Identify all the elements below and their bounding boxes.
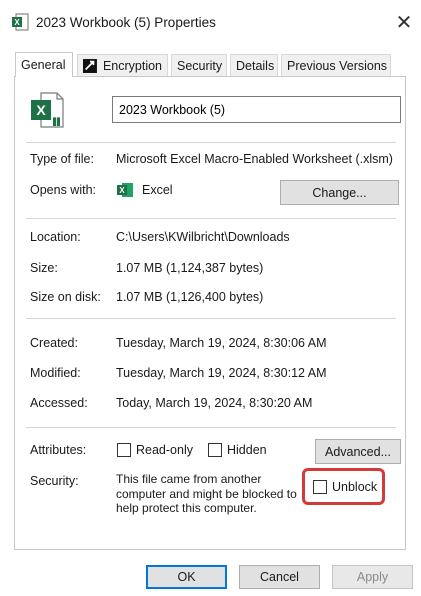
size-on-disk-label: Size on disk: bbox=[30, 290, 101, 304]
location-value: C:\Users\KWilbricht\Downloads bbox=[116, 230, 290, 244]
accessed-value: Today, March 19, 2024, 8:30:20 AM bbox=[116, 396, 313, 410]
file-name-input[interactable] bbox=[112, 96, 401, 123]
opens-with-label: Opens with: bbox=[30, 183, 97, 197]
window-title: 2023 Workbook (5) Properties bbox=[36, 15, 216, 30]
excel-app-icon: X bbox=[117, 183, 133, 197]
ok-button[interactable]: OK bbox=[146, 565, 227, 589]
close-icon: ✕ bbox=[395, 11, 413, 34]
created-value: Tuesday, March 19, 2024, 8:30:06 AM bbox=[116, 336, 327, 350]
type-value: Microsoft Excel Macro-Enabled Worksheet … bbox=[116, 152, 393, 166]
security-message: This file came from another computer and… bbox=[116, 472, 297, 515]
opens-with-value: Excel bbox=[142, 183, 173, 197]
divider bbox=[26, 142, 396, 143]
created-label: Created: bbox=[30, 336, 78, 350]
excel-document-icon: X bbox=[31, 92, 64, 128]
excel-file-icon: X bbox=[12, 13, 29, 31]
attributes-label: Attributes: bbox=[30, 443, 87, 457]
close-button[interactable]: ✕ bbox=[392, 10, 416, 34]
svg-text:X: X bbox=[36, 102, 46, 118]
tab-previous-versions[interactable]: Previous Versions bbox=[281, 54, 391, 76]
hidden-label[interactable]: Hidden bbox=[227, 443, 267, 457]
apply-button[interactable]: Apply bbox=[332, 565, 413, 589]
readonly-checkbox[interactable] bbox=[117, 443, 131, 457]
divider bbox=[26, 218, 396, 219]
modified-value: Tuesday, March 19, 2024, 8:30:12 AM bbox=[116, 366, 327, 380]
title-bar: X 2023 Workbook (5) Properties ✕ bbox=[0, 0, 421, 46]
security-label: Security: bbox=[30, 474, 79, 488]
size-label: Size: bbox=[30, 261, 58, 275]
type-label: Type of file: bbox=[30, 152, 94, 166]
cancel-button[interactable]: Cancel bbox=[239, 565, 320, 589]
size-value: 1.07 MB (1,124,387 bytes) bbox=[116, 261, 264, 275]
advanced-button[interactable]: Advanced... bbox=[315, 439, 401, 464]
accessed-label: Accessed: bbox=[30, 396, 88, 410]
change-button[interactable]: Change... bbox=[280, 180, 399, 205]
encryption-icon bbox=[83, 58, 97, 73]
svg-text:X: X bbox=[14, 18, 20, 27]
tab-details[interactable]: Details bbox=[230, 54, 278, 76]
divider bbox=[26, 318, 396, 319]
divider bbox=[26, 427, 396, 428]
size-on-disk-value: 1.07 MB (1,126,400 bytes) bbox=[116, 290, 264, 304]
location-label: Location: bbox=[30, 230, 81, 244]
tab-general[interactable]: General bbox=[15, 52, 73, 77]
unblock-checkbox[interactable] bbox=[313, 480, 327, 494]
modified-label: Modified: bbox=[30, 366, 81, 380]
tab-encryption[interactable]: Encryption bbox=[77, 54, 168, 76]
tab-security[interactable]: Security bbox=[171, 54, 227, 76]
readonly-label[interactable]: Read-only bbox=[136, 443, 193, 457]
unblock-label[interactable]: Unblock bbox=[332, 480, 377, 494]
hidden-checkbox[interactable] bbox=[208, 443, 222, 457]
svg-text:X: X bbox=[119, 186, 125, 195]
